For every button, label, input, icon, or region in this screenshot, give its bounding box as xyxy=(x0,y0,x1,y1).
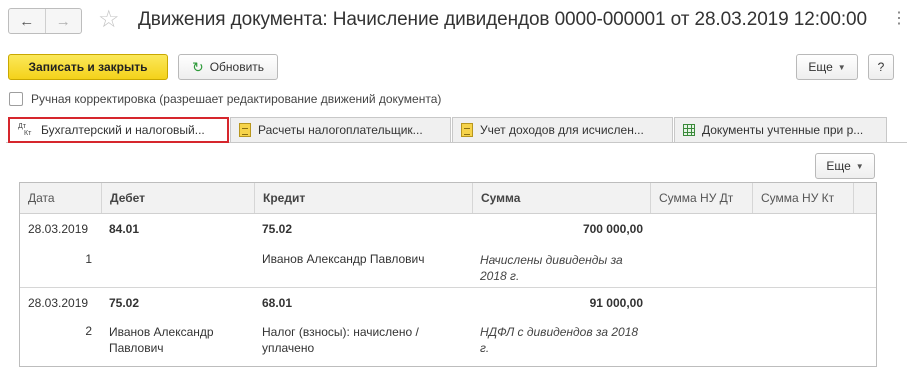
refresh-label: Обновить xyxy=(209,60,265,74)
more-label: Еще xyxy=(826,159,851,173)
register-icon xyxy=(461,123,473,137)
tab-documents-considered[interactable]: Документы учтенные при р... xyxy=(674,117,887,143)
row-separator xyxy=(20,287,876,288)
row2-credit: 68.01 xyxy=(262,296,293,310)
tab-label: Документы учтенные при р... xyxy=(702,123,864,137)
save-and-close-button[interactable]: Записать и закрыть xyxy=(8,54,168,80)
tab-label: Расчеты налогоплательщик... xyxy=(258,123,423,137)
row1-credit: 75.02 xyxy=(262,222,293,236)
more-label: Еще xyxy=(808,60,833,74)
column-header-tax-amount-credit[interactable]: Сумма НУ Кт xyxy=(753,183,854,213)
favorite-star-icon[interactable]: ☆ xyxy=(98,6,120,34)
help-button[interactable]: ? xyxy=(868,54,894,80)
row1-amount: 700 000,00 xyxy=(582,222,643,236)
manual-correction-label[interactable]: Ручная корректировка (разрешает редактир… xyxy=(31,92,441,106)
dt-kt-icon: Дт Кт xyxy=(18,123,32,137)
tab-income-accounting[interactable]: Учет доходов для исчислен... xyxy=(452,117,673,143)
arrow-left-icon: ← xyxy=(19,12,35,30)
column-header-date[interactable]: Дата xyxy=(20,183,102,213)
row2-debit: 75.02 xyxy=(109,296,140,310)
row1-debit: 84.01 xyxy=(109,222,140,236)
movements-table[interactable]: Дата Дебет Кредит Сумма Сумма НУ Дт Сумм… xyxy=(19,182,877,367)
row2-amount: 91 000,00 xyxy=(589,296,643,310)
row2-content: НДФЛ с дивидендов за 2018 г. xyxy=(480,325,639,355)
tab-label: Учет доходов для исчислен... xyxy=(480,123,644,137)
tab-taxpayer-settlements[interactable]: Расчеты налогоплательщик... xyxy=(230,117,451,143)
row1-content: Начислены дивиденды за 2018 г. xyxy=(480,253,623,283)
table-header: Дата Дебет Кредит Сумма Сумма НУ Дт Сумм… xyxy=(20,183,876,214)
more-menu-button[interactable]: Еще ▼ xyxy=(796,54,858,80)
table-more-button[interactable]: Еще ▼ xyxy=(815,153,875,179)
arrow-right-icon: → xyxy=(55,12,71,30)
row2-debit-subconto: Иванов Александр Павлович xyxy=(109,325,214,355)
row1-credit-subconto: Иванов Александр Павлович xyxy=(262,252,425,266)
refresh-icon: ↻ xyxy=(191,58,204,75)
navigation-buttons: ← → xyxy=(8,8,82,34)
window-title: Движения документа: Начисление дивидендо… xyxy=(138,9,867,30)
tab-accounting-tax[interactable]: Дт Кт Бухгалтерский и налоговый... xyxy=(8,117,229,143)
refresh-button[interactable]: ↻ Обновить xyxy=(178,54,278,80)
column-header-tax-amount-debit[interactable]: Сумма НУ Дт xyxy=(651,183,753,213)
manual-correction-checkbox[interactable] xyxy=(9,92,23,106)
register-icon xyxy=(239,123,251,137)
chevron-down-icon: ▼ xyxy=(837,62,846,72)
chevron-down-icon: ▼ xyxy=(855,161,864,171)
row1-date: 28.03.2019 xyxy=(28,222,89,236)
back-button[interactable]: ← xyxy=(9,9,45,33)
tab-label: Бухгалтерский и налоговый... xyxy=(41,123,205,137)
vertical-dots-icon[interactable]: ⋮ xyxy=(891,9,907,29)
column-header-debit[interactable]: Дебет xyxy=(102,183,255,213)
row2-date: 28.03.2019 xyxy=(28,296,89,310)
row1-number: 1 xyxy=(85,252,92,266)
table-icon xyxy=(683,124,695,136)
row2-credit-subconto: Налог (взносы): начислено / уплачено xyxy=(262,325,419,355)
column-header-credit[interactable]: Кредит xyxy=(255,183,473,213)
column-header-amount[interactable]: Сумма xyxy=(473,183,651,213)
forward-button[interactable]: → xyxy=(44,9,82,33)
row2-number: 2 xyxy=(85,324,92,338)
